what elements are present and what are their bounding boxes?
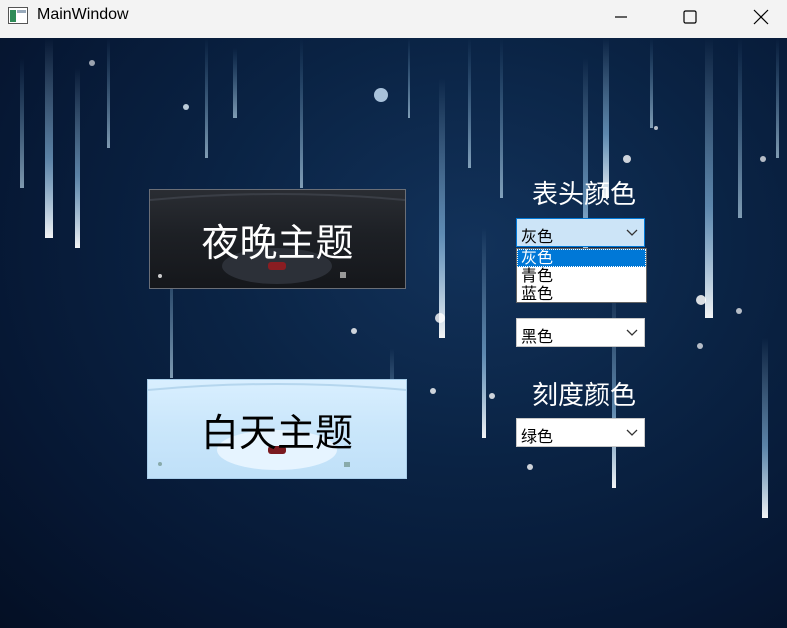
secondary-color-combobox[interactable]: 黑色: [516, 318, 645, 347]
scale-color-label: 刻度颜色: [531, 381, 636, 411]
chevron-down-icon: [626, 329, 638, 336]
chevron-down-icon: [626, 229, 638, 236]
secondary-color-value: 黑色: [521, 327, 554, 346]
minimize-icon: [615, 15, 627, 18]
header-color-combobox[interactable]: 灰色: [516, 218, 645, 247]
dropdown-option-cyan[interactable]: 青色: [517, 267, 646, 285]
day-theme-button[interactable]: 白天主题: [147, 379, 407, 479]
close-icon: [753, 9, 769, 24]
chevron-down-icon: [626, 429, 638, 436]
header-color-label: 表头颜色: [531, 180, 636, 210]
header-color-value: 灰色: [521, 227, 554, 246]
background-light-streaks: [20, 38, 779, 518]
title-bar[interactable]: MainWindow: [0, 0, 787, 33]
window-title: MainWindow: [37, 6, 129, 23]
scale-color-value: 绿色: [521, 427, 554, 446]
scale-color-combobox[interactable]: 绿色: [516, 418, 645, 447]
night-theme-label: 夜晚主题: [201, 220, 354, 265]
night-theme-button[interactable]: 夜晚主题: [149, 189, 406, 289]
dropdown-option-blue[interactable]: 蓝色: [517, 285, 646, 303]
header-color-dropdown-list[interactable]: 灰色 青色 蓝色: [516, 248, 647, 303]
maximize-icon: [683, 9, 697, 24]
close-button[interactable]: [738, 0, 784, 33]
window-app-icon: [8, 7, 28, 24]
dropdown-option-gray[interactable]: 灰色: [517, 249, 646, 267]
minimize-button[interactable]: [598, 0, 644, 33]
client-area: 夜晚主题 白天主题 表头颜色 灰色 黑色 刻度颜色 绿色 灰色 青色 蓝色: [0, 38, 787, 628]
maximize-button[interactable]: [667, 0, 713, 33]
day-theme-label: 白天主题: [200, 410, 353, 455]
main-window: MainWindow 夜晚主题 白天主题 表头颜色 灰色 黑色 刻度颜色 绿色 …: [0, 0, 787, 628]
